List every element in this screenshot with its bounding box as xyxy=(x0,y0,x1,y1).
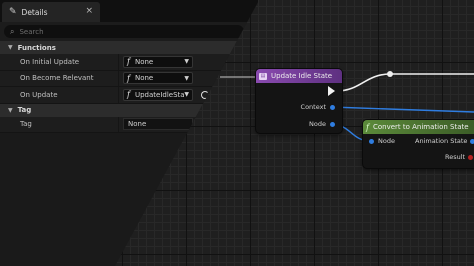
chevron-down-icon: ▼ xyxy=(184,91,189,99)
animation-state-pin-row: Animation State xyxy=(415,137,474,145)
node-title: Update Idle State xyxy=(271,72,333,80)
function-icon: f xyxy=(127,57,130,67)
divider xyxy=(118,87,119,103)
tag-field[interactable]: None xyxy=(123,118,193,131)
search-row: ⌕ Search xyxy=(0,22,258,41)
node-input-pin-row: Node xyxy=(369,137,395,145)
function-node-icon: ▤ xyxy=(259,72,267,80)
result-pin-row: Result xyxy=(445,153,474,161)
divider xyxy=(118,116,119,132)
pencil-icon: ✎ xyxy=(9,7,17,17)
pin-label: Animation State xyxy=(415,137,468,145)
prop-label: On Update xyxy=(20,90,58,99)
chevron-down-icon: ▼ xyxy=(8,106,13,114)
pin-label: Result xyxy=(445,153,466,161)
result-output-pin[interactable] xyxy=(468,154,474,160)
convert-to-animation-state-node[interactable]: f Convert to Animation State Node Animat… xyxy=(363,120,474,168)
node-output-pin[interactable] xyxy=(330,121,335,127)
on-initial-update-dropdown[interactable]: f None ▼ xyxy=(123,55,193,68)
prop-label: On Initial Update xyxy=(20,57,80,66)
function-icon: f xyxy=(366,122,369,132)
animation-state-output-pin[interactable] xyxy=(470,138,474,144)
prop-label: On Become Relevant xyxy=(20,74,94,83)
search-input[interactable]: ⌕ Search xyxy=(4,25,244,38)
dropdown-value: None xyxy=(134,74,154,83)
exec-reroute-node[interactable] xyxy=(387,71,393,77)
divider xyxy=(118,54,119,70)
prop-row-on-initial-update: On Initial Update f None ▼ xyxy=(0,54,258,71)
details-tab-label: Details xyxy=(21,7,48,17)
update-idle-state-node[interactable]: ▤ Update Idle State Context Node xyxy=(256,69,342,133)
dropdown-value: None xyxy=(134,57,154,66)
search-placeholder: Search xyxy=(19,27,44,36)
pin-label: Node xyxy=(309,120,326,128)
context-wire xyxy=(330,106,474,113)
on-update-dropdown[interactable]: f UpdateIdleState ▼ xyxy=(123,88,193,101)
pin-label: Node xyxy=(378,137,395,145)
section-functions[interactable]: ▼ Functions xyxy=(0,41,258,54)
dropdown-value: UpdateIdleState xyxy=(134,90,185,99)
context-output-pin[interactable] xyxy=(330,104,335,110)
node-pin-row: Node xyxy=(309,120,335,128)
details-tab[interactable]: ✎ Details × xyxy=(2,2,100,22)
chevron-down-icon: ▼ xyxy=(184,74,189,82)
node-header: f Convert to Animation State xyxy=(363,120,474,134)
tab-strip: ✎ Details × xyxy=(0,0,258,22)
section-functions-label: Functions xyxy=(17,43,56,52)
node-title: Convert to Animation State xyxy=(372,123,469,131)
function-icon: f xyxy=(127,90,130,100)
section-tag-label: Tag xyxy=(17,106,32,114)
close-icon[interactable]: × xyxy=(85,6,93,16)
chevron-down-icon: ▼ xyxy=(184,58,189,66)
exec-output-pin[interactable] xyxy=(328,86,335,96)
node-input-pin[interactable] xyxy=(369,138,374,144)
on-become-relevant-dropdown[interactable]: f None ▼ xyxy=(123,72,193,85)
exec-wire-out xyxy=(336,73,474,92)
search-icon: ⌕ xyxy=(10,26,15,36)
function-icon: f xyxy=(127,73,130,83)
context-pin-row: Context xyxy=(301,103,335,111)
prop-label: Tag xyxy=(20,120,32,129)
pin-label: Context xyxy=(300,103,326,111)
divider xyxy=(118,70,119,86)
chevron-down-icon: ▼ xyxy=(8,44,13,51)
node-header: ▤ Update Idle State xyxy=(256,69,342,83)
